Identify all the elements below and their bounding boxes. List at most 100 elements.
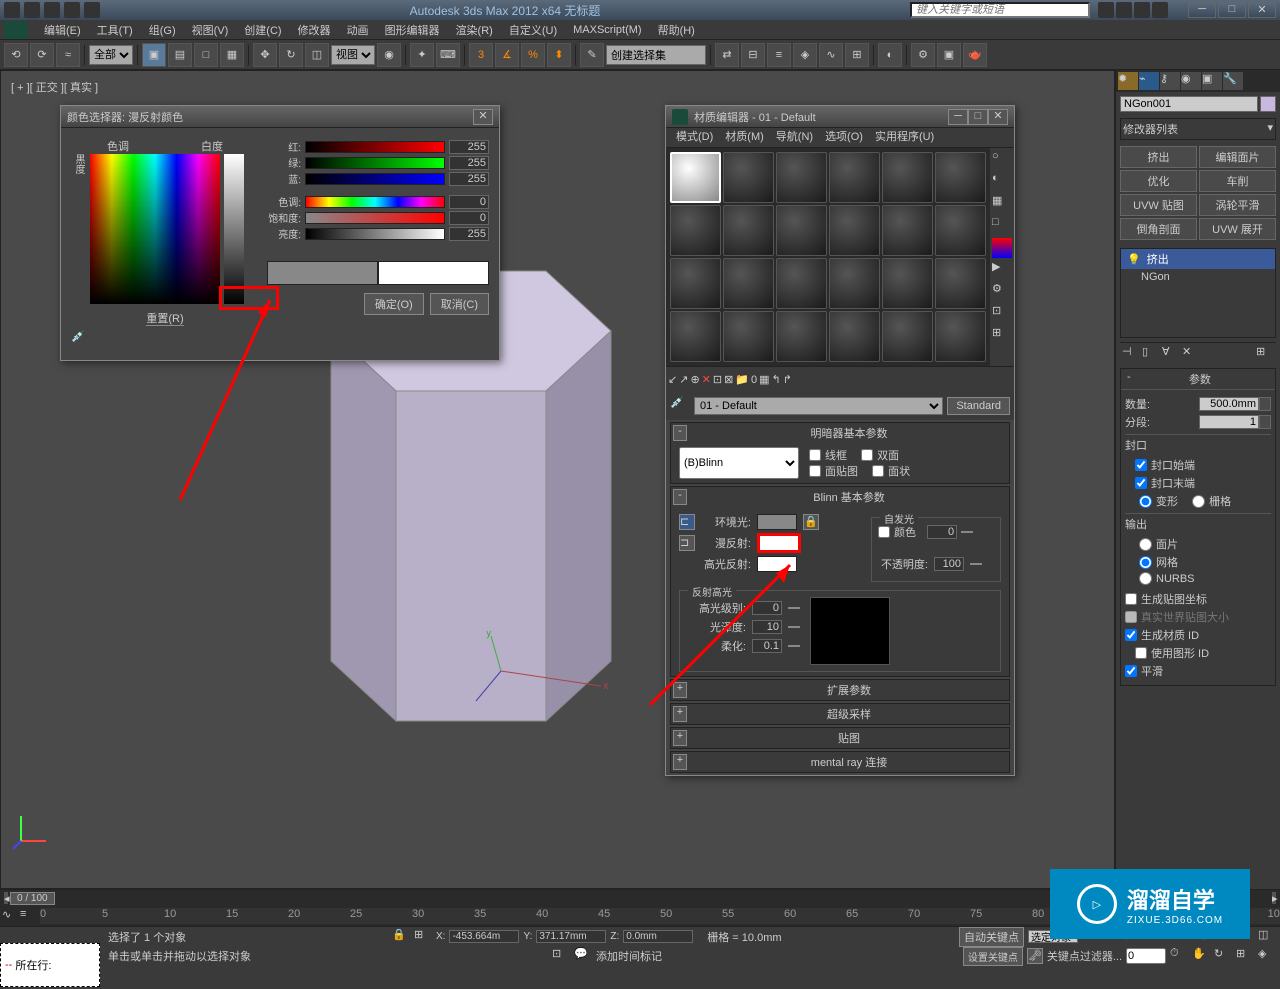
blinn-rollout-header[interactable]: -Blinn 基本参数 [671,487,1009,507]
me-maximize-button[interactable]: □ [968,109,988,125]
rotate-icon[interactable]: ↻ [279,43,303,67]
sample-slot[interactable] [935,311,986,362]
lock-selection-icon[interactable]: 🔒 [392,928,410,946]
me-menu-options[interactable]: 选项(O) [819,128,869,147]
sample-slot[interactable] [882,152,933,203]
me-menu-navigate[interactable]: 导航(N) [770,128,819,147]
go-forward-icon[interactable]: ↱ [783,373,792,386]
scale-icon[interactable]: ◫ [305,43,329,67]
sample-slot[interactable] [723,205,774,256]
scroll-right-icon[interactable]: ▸ [1272,892,1276,904]
background-icon[interactable]: ▦ [992,194,1012,214]
me-minimize-button[interactable]: ─ [948,109,968,125]
nurbs-radio[interactable] [1139,572,1152,585]
maps-rollout[interactable]: +贴图 [671,728,1009,748]
sample-slot[interactable] [935,258,986,309]
new-icon[interactable] [4,2,20,18]
sample-slot[interactable] [776,205,827,256]
menu-help[interactable]: 帮助(H) [650,22,703,38]
btn-optimize[interactable]: 优化 [1120,170,1197,192]
menu-modifiers[interactable]: 修改器 [290,22,339,38]
pick-material-icon[interactable]: 💉 [670,396,690,416]
reset-map-icon[interactable]: ✕ [702,373,711,386]
eyedropper-icon[interactable]: 💉 [71,330,91,350]
material-type-button[interactable]: Standard [947,397,1010,415]
diffuse-swatch[interactable] [757,533,801,553]
keyboard-icon[interactable]: ⌨ [436,43,460,67]
orbit-icon[interactable]: ↻ [1214,947,1232,965]
me-menu-material[interactable]: 材质(M) [719,128,770,147]
self-illum-value[interactable] [927,525,957,539]
pan-icon[interactable]: ✋ [1192,947,1210,965]
sample-slot[interactable] [723,258,774,309]
btn-lathe[interactable]: 车削 [1199,170,1276,192]
menu-edit[interactable]: 编辑(E) [36,22,89,38]
remove-mod-icon[interactable]: ✕ [1182,345,1200,363]
menu-animation[interactable]: 动画 [339,22,377,38]
y-coord-input[interactable] [536,930,606,943]
utilities-tab[interactable]: 🔧 [1223,72,1243,90]
hue-value[interactable] [449,195,489,209]
show-result-icon[interactable]: ▯ [1142,345,1160,363]
mirror-icon[interactable]: ⇄ [715,43,739,67]
sample-slot[interactable] [670,311,721,362]
put-to-lib-icon[interactable]: 📁 [735,373,749,386]
sample-type-icon[interactable]: ○ [992,150,1012,170]
sample-slot[interactable] [670,205,721,256]
menu-group[interactable]: 组(G) [141,22,184,38]
sample-slot[interactable] [776,311,827,362]
curve-editor-icon[interactable]: ∿ [819,43,843,67]
x-coord-input[interactable] [449,930,519,943]
make-unique-icon[interactable]: ∀ [1162,345,1180,363]
help-icon[interactable] [1152,2,1168,18]
gen-mat-ids-checkbox[interactable] [1125,629,1137,641]
me-close-button[interactable]: ✕ [988,109,1008,125]
menu-graph[interactable]: 图形编辑器 [377,22,448,38]
backlight-icon[interactable]: ◐ [992,172,1012,192]
btn-edit-patch[interactable]: 编辑面片 [1199,146,1276,168]
open-icon[interactable] [24,2,40,18]
sample-slot[interactable] [935,152,986,203]
render-frame-icon[interactable]: ▣ [937,43,961,67]
go-parent-icon[interactable]: ↰ [772,373,781,386]
put-to-scene-icon[interactable]: ↗ [679,373,688,386]
make-preview-icon[interactable]: ▶ [992,260,1012,280]
add-time-tag[interactable]: 添加时间标记 [596,948,662,964]
window-crossing-icon[interactable]: ▦ [220,43,244,67]
sample-slot[interactable] [882,311,933,362]
move-icon[interactable]: ✥ [253,43,277,67]
material-editor-icon[interactable]: ◐ [878,43,902,67]
modifier-list-dropdown[interactable]: 修改器列表▾ [1120,118,1276,140]
sample-slot[interactable] [882,258,933,309]
isolate-icon[interactable]: ⊡ [552,947,570,965]
max-toggle-icon[interactable]: ⊞ [1236,947,1254,965]
extended-rollout[interactable]: +扩展参数 [671,680,1009,700]
gloss-value[interactable] [752,620,782,634]
grid-radio[interactable] [1192,495,1205,508]
abs-transform-icon[interactable]: ⊞ [414,928,432,946]
schematic-icon[interactable]: ⊞ [845,43,869,67]
viewport-nav-icon[interactable]: ◈ [1258,947,1276,965]
modify-tab[interactable]: ⌁ [1139,72,1159,90]
red-slider[interactable] [305,141,445,153]
sample-slot[interactable] [935,205,986,256]
sample-slot[interactable] [776,152,827,203]
sample-slot[interactable] [829,311,880,362]
btn-extrude[interactable]: 挤出 [1120,146,1197,168]
ok-button[interactable]: 确定(O) [364,293,424,315]
layers-icon[interactable]: ≡ [767,43,791,67]
named-sets-edit-icon[interactable]: ✎ [580,43,604,67]
green-slider[interactable] [305,157,445,169]
video-check-icon[interactable] [992,238,1012,258]
hierarchy-tab[interactable]: ⚷ [1160,72,1180,90]
shader-dropdown[interactable]: (B)Blinn [679,447,799,479]
percent-snap-icon[interactable]: % [521,43,545,67]
red-value[interactable] [449,140,489,154]
undo-icon[interactable] [64,2,80,18]
motion-tab[interactable]: ◉ [1181,72,1201,90]
configure-sets-icon[interactable]: ⊞ [1256,345,1274,363]
two-sided-checkbox[interactable] [861,449,873,461]
make-copy-icon[interactable]: ⊡ [713,373,722,386]
auto-key-button[interactable]: 自动关键点 [959,927,1024,947]
me-menu-utilities[interactable]: 实用程序(U) [869,128,940,147]
